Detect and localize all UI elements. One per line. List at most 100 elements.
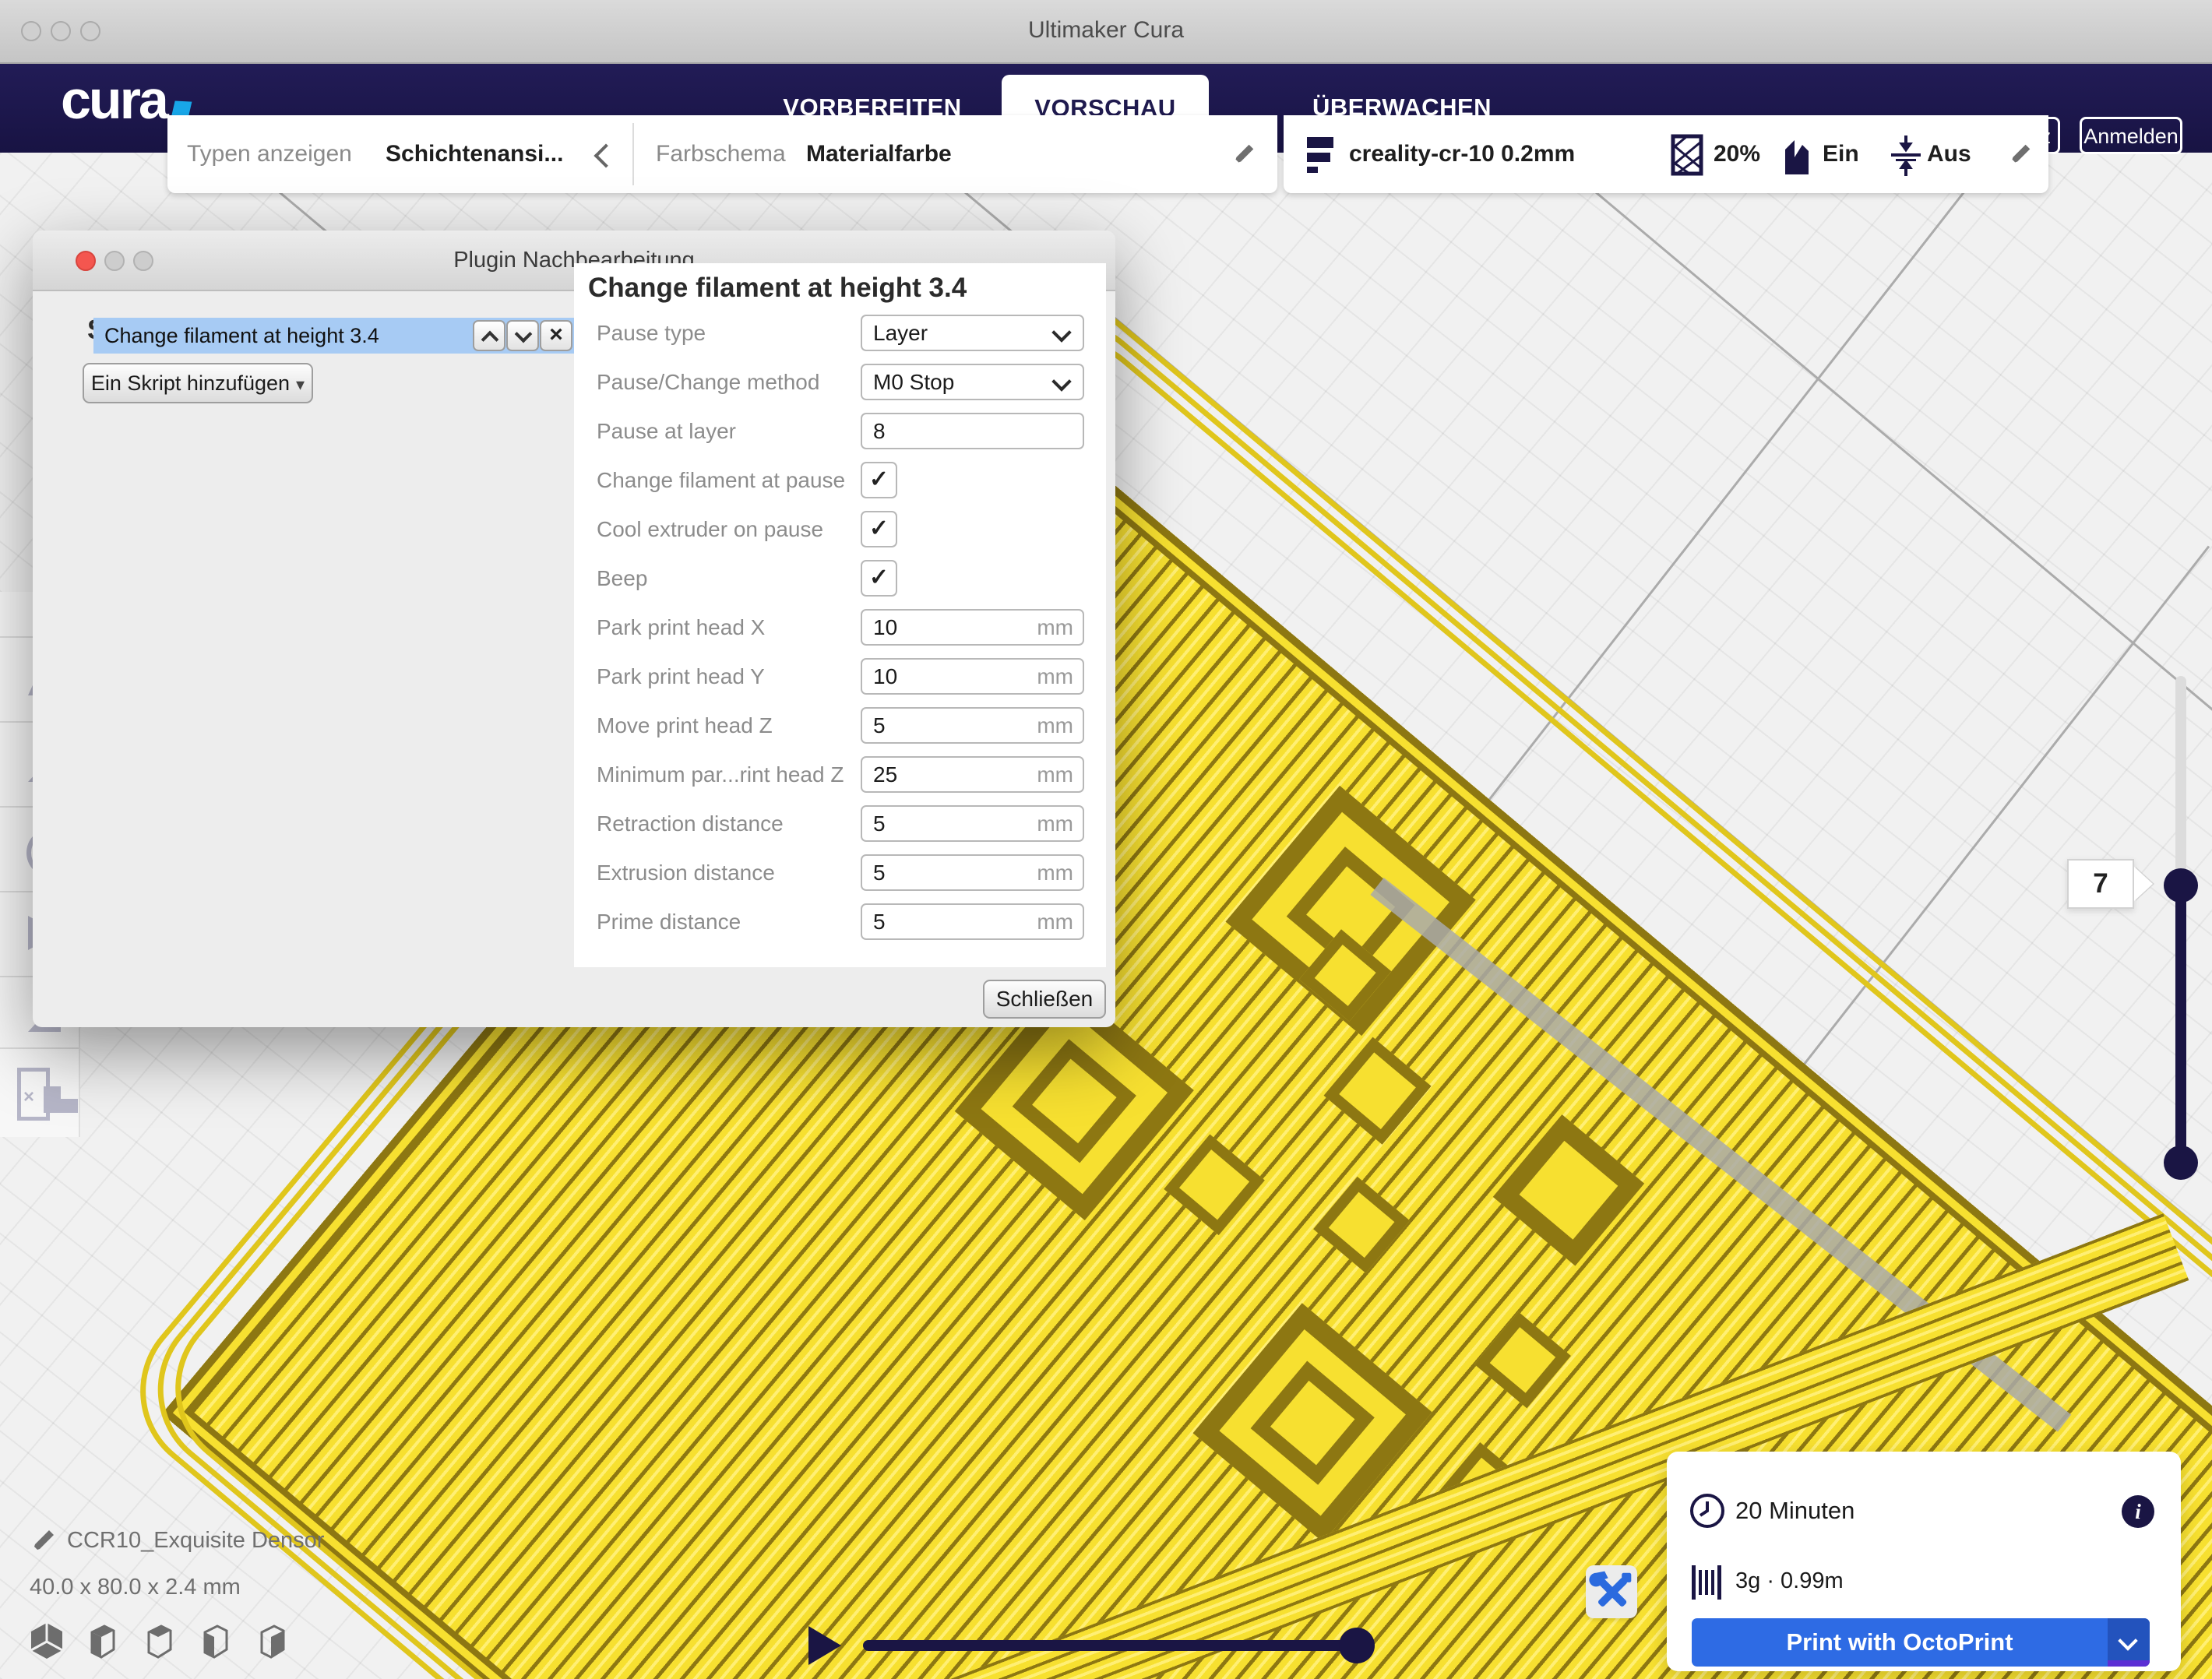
- window-titlebar: Ultimaker Cura: [0, 0, 2212, 64]
- field-unit: mm: [1037, 905, 1073, 938]
- job-summary-card: 20 Minuten i 3g · 0.99m Print with OctoP…: [1667, 1452, 2181, 1671]
- printer-profile[interactable]: creality-cr-10 0.2mm: [1349, 115, 1575, 193]
- field-value: 5: [873, 709, 886, 742]
- infill-value[interactable]: 20%: [1714, 115, 1760, 193]
- color-scheme-dropdown[interactable]: Materialfarbe: [806, 115, 952, 193]
- adhesion-value[interactable]: Aus: [1927, 115, 1971, 193]
- field-row: Change filament at pause ✓: [574, 456, 1106, 505]
- support-value[interactable]: Ein: [1823, 115, 1859, 193]
- field-input[interactable]: 5 mm: [861, 805, 1084, 842]
- move-script-up-button[interactable]: [473, 320, 505, 351]
- chevron-up-icon: [481, 331, 499, 349]
- settings-form: Pause type Layer Pause/Change methodM0 Sto…: [574, 308, 1106, 963]
- field-value: 5: [873, 807, 886, 840]
- app-window: × Ultimaker Cura cura VORBEREITEN VORSCH…: [0, 0, 2212, 1679]
- infill-icon: [1671, 134, 1703, 176]
- field-label: Retraction distance: [597, 799, 784, 848]
- checkmark-icon: ✓: [862, 463, 896, 495]
- dialog-minimize-button[interactable]: [104, 251, 125, 271]
- print-setup-panel: creality-cr-10 0.2mm 20% Ein Aus: [1284, 115, 2048, 193]
- field-value: Layer: [873, 316, 928, 350]
- view-type-label: Typen anzeigen: [187, 115, 352, 193]
- settings-heading: Change filament at height 3.4: [588, 273, 967, 304]
- pencil-icon[interactable]: [1228, 140, 1258, 170]
- script-list-item-selected[interactable]: Change filament at height 3.4 ×: [93, 318, 576, 354]
- dialog-zoom-button[interactable]: [133, 251, 153, 271]
- info-icon[interactable]: i: [2122, 1495, 2154, 1528]
- field-checkbox[interactable]: ✓: [861, 511, 897, 547]
- filament-icon: [1689, 1564, 1726, 1601]
- field-input[interactable]: 10mm: [861, 609, 1084, 646]
- move-script-down-button[interactable]: [506, 320, 539, 351]
- field-value: 25: [873, 758, 897, 791]
- path-slider-handle[interactable]: [1339, 1628, 1375, 1663]
- field-unit: mm: [1037, 660, 1073, 693]
- field-input[interactable]: 5 mm: [861, 903, 1084, 940]
- pencil-icon[interactable]: [28, 1525, 59, 1556]
- pencil-icon[interactable]: [2005, 140, 2034, 170]
- checkmark-icon: ✓: [862, 561, 896, 593]
- layer-slider-bottom-handle[interactable]: [2164, 1146, 2198, 1180]
- window-close-button[interactable]: [21, 21, 41, 41]
- field-row: Pause type Layer: [574, 308, 1106, 357]
- field-row: Cool extruder on pause ✓: [574, 505, 1106, 554]
- view-left-icon[interactable]: [197, 1621, 234, 1662]
- field-unit: mm: [1037, 807, 1073, 840]
- checkmark-icon: ✓: [862, 512, 896, 544]
- window-minimize-button[interactable]: [51, 21, 71, 41]
- field-label: Change filament at pause: [597, 456, 845, 505]
- field-label: Extrusion distance: [597, 848, 775, 897]
- field-select[interactable]: M0 Stop: [861, 364, 1084, 400]
- field-label: Park print head Y: [597, 652, 765, 701]
- field-value: 8: [873, 414, 886, 448]
- field-label: Beep: [597, 554, 647, 603]
- field-label: Park print head X: [597, 603, 765, 652]
- layer-slider-range[interactable]: [2175, 885, 2186, 1163]
- view-right-icon[interactable]: [254, 1621, 291, 1662]
- field-row: Move print head Z5mm: [574, 701, 1106, 750]
- field-checkbox[interactable]: ✓: [861, 560, 897, 597]
- dialog-close-button[interactable]: [76, 251, 96, 271]
- play-button[interactable]: [808, 1626, 841, 1665]
- layer-slider-top-handle[interactable]: [2164, 868, 2198, 903]
- monitor-tools-button[interactable]: [1586, 1565, 1637, 1618]
- collapse-chevron-icon[interactable]: [594, 143, 618, 167]
- view-options-panel: Typen anzeigen Schichtenansi... Farbsche…: [167, 115, 1277, 193]
- field-value: M0 Stop: [873, 365, 954, 399]
- view-orientation-toolbar: [28, 1621, 307, 1666]
- tool-mesh-settings[interactable]: ×: [0, 1047, 79, 1135]
- path-slider-track[interactable]: [863, 1640, 1357, 1651]
- view-type-dropdown[interactable]: Schichtenansi...: [386, 115, 563, 193]
- field-input[interactable]: 10mm: [861, 658, 1084, 695]
- field-input[interactable]: 8: [861, 413, 1084, 449]
- print-with-octoprint-button[interactable]: Print with OctoPrint: [1692, 1618, 2150, 1667]
- field-label: Cool extruder on pause: [597, 505, 823, 554]
- field-value: 5: [873, 905, 886, 938]
- field-label: Minimum par...rint head Z: [597, 750, 844, 799]
- field-input[interactable]: 25 mm: [861, 756, 1084, 793]
- signin-button[interactable]: Anmelden: [2080, 117, 2182, 154]
- field-checkbox[interactable]: ✓: [861, 462, 897, 498]
- chevron-down-icon: [2118, 1631, 2137, 1650]
- print-options-dropdown[interactable]: [2108, 1618, 2150, 1667]
- field-row: Pause/Change methodM0 Stop: [574, 357, 1106, 407]
- field-unit: mm: [1037, 758, 1073, 791]
- chevron-down-icon: [515, 326, 533, 343]
- field-select[interactable]: Layer: [861, 315, 1084, 351]
- field-input[interactable]: 5mm: [861, 707, 1084, 744]
- layers-icon: [1304, 136, 1338, 176]
- view-top-icon[interactable]: [141, 1621, 178, 1662]
- field-label: Pause type: [597, 308, 706, 357]
- dialog-close-action-button[interactable]: Schließen: [983, 980, 1106, 1019]
- window-zoom-button[interactable]: [80, 21, 100, 41]
- field-input[interactable]: 5mm: [861, 854, 1084, 891]
- remove-script-button[interactable]: ×: [540, 320, 572, 351]
- field-row: Beep ✓: [574, 554, 1106, 603]
- add-script-button[interactable]: Ein Skript hinzufügen▾: [83, 363, 313, 403]
- model-name[interactable]: CCR10_Exquisite Densor: [67, 1528, 324, 1554]
- chevron-down-icon: [1051, 371, 1071, 391]
- view-front-icon[interactable]: [84, 1621, 122, 1662]
- script-settings-panel: Change filament at height 3.4 Pause type…: [574, 263, 1106, 967]
- adhesion-icon: [1888, 134, 1924, 178]
- view-3d-icon[interactable]: [28, 1621, 65, 1662]
